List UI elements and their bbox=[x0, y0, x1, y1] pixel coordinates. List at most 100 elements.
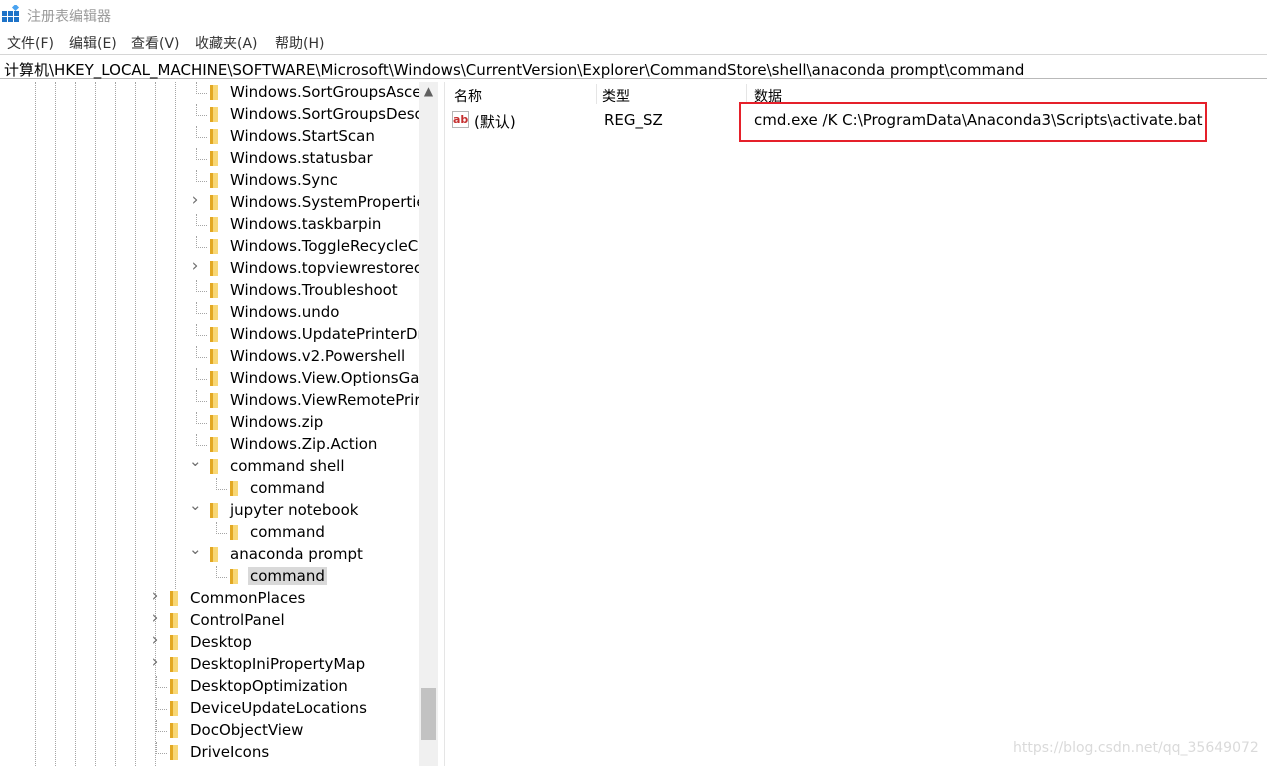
tree-item[interactable]: ⌄ anaconda prompt bbox=[0, 542, 419, 566]
folder-icon bbox=[210, 217, 218, 232]
tree-item-label: Windows.SystemPropertie bbox=[230, 193, 419, 211]
scroll-up-icon[interactable]: ▲ bbox=[419, 84, 438, 98]
tree-item[interactable]: command bbox=[0, 478, 419, 500]
title-bar: 注册表编辑器 bbox=[0, 0, 1267, 30]
tree-item-label: DriveIcons bbox=[190, 743, 270, 761]
tree-item[interactable]: › DesktopIniPropertyMap bbox=[0, 654, 419, 676]
tree-item-label: jupyter notebook bbox=[230, 501, 359, 519]
tree-item-label: Windows.taskbarpin bbox=[230, 215, 382, 233]
folder-icon bbox=[210, 459, 218, 474]
tree-connector bbox=[196, 346, 207, 358]
tree-item[interactable]: Windows.UpdatePrinterDr bbox=[0, 324, 419, 346]
folder-icon bbox=[170, 635, 178, 650]
chevron-right-icon[interactable]: › bbox=[189, 192, 201, 209]
key-tree[interactable]: Windows.SortGroupsAsce Windows.SortGroups… bbox=[0, 82, 419, 766]
chevron-down-icon[interactable]: ⌄ bbox=[189, 454, 202, 469]
folder-icon bbox=[210, 239, 218, 254]
tree-item[interactable]: command bbox=[0, 522, 419, 544]
chevron-right-icon[interactable]: › bbox=[149, 632, 161, 649]
folder-icon bbox=[210, 173, 218, 188]
tree-item[interactable]: Windows.ViewRemotePrir bbox=[0, 390, 419, 412]
tree-connector bbox=[196, 280, 207, 292]
folder-icon bbox=[210, 283, 218, 298]
folder-icon bbox=[230, 525, 238, 540]
tree-connector bbox=[156, 742, 167, 754]
tree-item[interactable]: DriveIcons bbox=[0, 742, 419, 764]
menu-edit[interactable]: 编辑(E) bbox=[69, 33, 117, 53]
tree-item-label: DocObjectView bbox=[190, 721, 304, 739]
chevron-down-icon[interactable]: ⌄ bbox=[189, 542, 202, 557]
tree-connector bbox=[216, 478, 227, 490]
tree-item-label: Windows.undo bbox=[230, 303, 340, 321]
tree-item[interactable]: Windows.taskbarpin bbox=[0, 214, 419, 236]
tree-scrollbar[interactable]: ▲ bbox=[419, 82, 438, 766]
folder-icon bbox=[230, 569, 238, 584]
tree-item[interactable]: Windows.SortGroupsDesc bbox=[0, 104, 419, 126]
tree-connector bbox=[196, 368, 207, 380]
chevron-right-icon[interactable]: › bbox=[189, 258, 201, 275]
tree-item[interactable]: Windows.Troubleshoot bbox=[0, 280, 419, 302]
tree-item[interactable]: DesktopOptimization bbox=[0, 676, 419, 698]
scroll-thumb[interactable] bbox=[421, 688, 436, 740]
tree-item[interactable]: Windows.View.OptionsGa bbox=[0, 368, 419, 390]
tree-item-label: Windows.View.OptionsGa bbox=[230, 369, 419, 387]
tree-connector bbox=[156, 720, 167, 732]
tree-item-label: Windows.ToggleRecycleC bbox=[230, 237, 419, 255]
tree-item[interactable]: ⌄ jupyter notebook bbox=[0, 498, 419, 522]
tree-item-label: Windows.SortGroupsDesc bbox=[230, 105, 419, 123]
tree-item[interactable]: command bbox=[0, 566, 419, 588]
folder-icon bbox=[210, 503, 218, 518]
tree-item[interactable]: Windows.StartScan bbox=[0, 126, 419, 148]
tree-item[interactable]: › ControlPanel bbox=[0, 610, 419, 632]
menu-file[interactable]: 文件(F) bbox=[7, 33, 54, 53]
chevron-right-icon[interactable]: › bbox=[149, 654, 161, 671]
tree-item-label: Desktop bbox=[190, 633, 252, 651]
folder-icon bbox=[170, 723, 178, 738]
pane-splitter[interactable] bbox=[438, 82, 445, 766]
column-divider[interactable] bbox=[596, 84, 597, 104]
values-pane: 名称 类型 数据 ab (默认) REG_SZ cmd.exe /K C:\Pr… bbox=[446, 82, 1267, 766]
column-divider[interactable] bbox=[746, 84, 747, 104]
tree-connector bbox=[196, 434, 207, 446]
tree-connector bbox=[196, 214, 207, 226]
folder-icon bbox=[210, 151, 218, 166]
address-path[interactable]: 计算机\HKEY_LOCAL_MACHINE\SOFTWARE\Microsof… bbox=[4, 59, 1024, 80]
tree-item[interactable]: Windows.zip bbox=[0, 412, 419, 434]
tree-item[interactable]: › Desktop bbox=[0, 632, 419, 654]
tree-item[interactable]: › Windows.SystemPropertie bbox=[0, 192, 419, 214]
watermark: https://blog.csdn.net/qq_35649072 bbox=[1013, 740, 1259, 756]
tree-item[interactable]: › Windows.topviewrestorec bbox=[0, 258, 419, 280]
column-header-name[interactable]: 名称 bbox=[454, 86, 482, 106]
tree-item-label: command shell bbox=[230, 457, 345, 475]
tree-item[interactable]: DeviceUpdateLocations bbox=[0, 698, 419, 720]
tree-item[interactable]: Windows.undo bbox=[0, 302, 419, 324]
tree-connector bbox=[196, 148, 207, 160]
tree-item[interactable]: Windows.Zip.Action bbox=[0, 434, 419, 456]
folder-icon bbox=[210, 437, 218, 452]
tree-item-label: Windows.UpdatePrinterDr bbox=[230, 325, 419, 343]
tree-item[interactable]: DocObjectView bbox=[0, 720, 419, 742]
tree-item[interactable]: Windows.Sync bbox=[0, 170, 419, 192]
value-name: (默认) bbox=[474, 113, 516, 131]
chevron-right-icon[interactable]: › bbox=[149, 610, 161, 627]
column-header-type[interactable]: 类型 bbox=[602, 86, 630, 106]
tree-item-label: DesktopIniPropertyMap bbox=[190, 655, 366, 673]
tree-item[interactable]: Windows.v2.Powershell bbox=[0, 346, 419, 368]
address-bar[interactable]: 计算机\HKEY_LOCAL_MACHINE\SOFTWARE\Microsof… bbox=[0, 54, 1267, 79]
menu-favorites[interactable]: 收藏夹(A) bbox=[195, 33, 258, 53]
tree-item-label: Windows.Troubleshoot bbox=[230, 281, 398, 299]
chevron-right-icon[interactable]: › bbox=[149, 588, 161, 605]
tree-item[interactable]: Windows.SortGroupsAsce bbox=[0, 82, 419, 104]
tree-item[interactable]: ⌄ command shell bbox=[0, 454, 419, 478]
folder-icon bbox=[210, 305, 218, 320]
window-title: 注册表编辑器 bbox=[27, 9, 111, 25]
tree-item[interactable]: › CommonPlaces bbox=[0, 588, 419, 610]
chevron-down-icon[interactable]: ⌄ bbox=[189, 498, 202, 513]
tree-connector bbox=[196, 324, 207, 336]
tree-item-label: anaconda prompt bbox=[230, 545, 363, 563]
menu-help[interactable]: 帮助(H) bbox=[275, 33, 324, 53]
menu-view[interactable]: 查看(V) bbox=[131, 33, 180, 53]
folder-icon bbox=[170, 701, 178, 716]
tree-item[interactable]: Windows.statusbar bbox=[0, 148, 419, 170]
tree-item[interactable]: Windows.ToggleRecycleC bbox=[0, 236, 419, 258]
